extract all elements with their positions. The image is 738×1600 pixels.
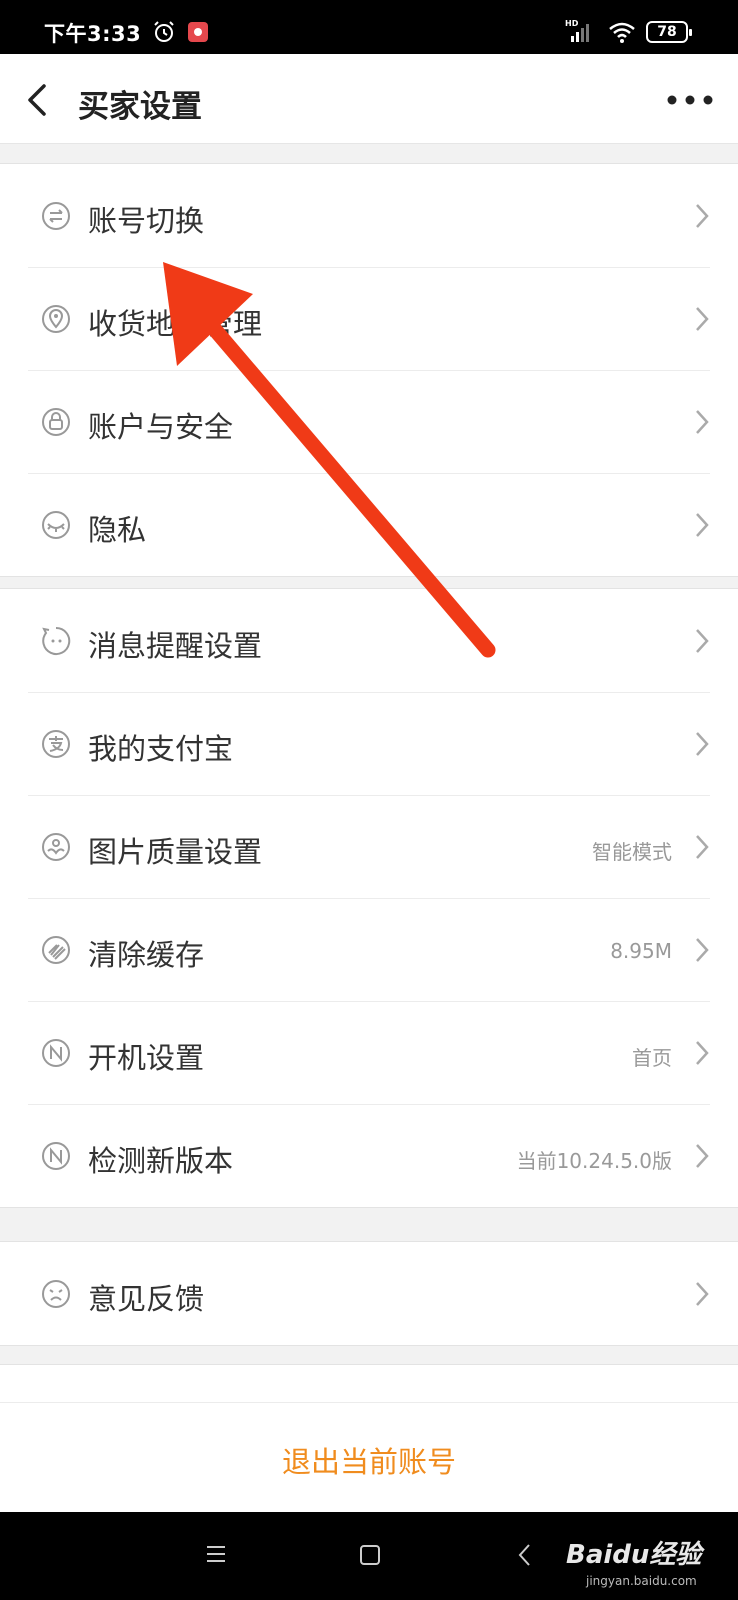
chevron-right-icon xyxy=(696,1144,709,1168)
row-label: 检测新版本 xyxy=(88,1144,234,1178)
row-value: 智能模式 xyxy=(592,840,672,864)
chevron-right-icon xyxy=(696,410,709,434)
hd-signal-icon: HD xyxy=(565,19,589,42)
battery-icon: 78 xyxy=(646,21,692,43)
system-nav-bar: Baidu经验 jingyan.baidu.com xyxy=(0,1512,738,1600)
location-pin-icon xyxy=(42,305,70,333)
row-label: 隐私 xyxy=(88,513,147,547)
row-label: 账号切换 xyxy=(88,204,205,238)
svg-text:HD: HD xyxy=(565,19,579,28)
more-dots-icon[interactable] xyxy=(666,86,716,114)
logout-label: 退出当前账号 xyxy=(281,1445,456,1479)
row-label: 收货地址管理 xyxy=(88,307,263,341)
broom-icon xyxy=(42,936,70,964)
startup-n-icon xyxy=(42,1039,70,1067)
settings-group-account: 账号切换 收货地址管理 账户与安全 隐私 xyxy=(0,163,738,577)
settings-row-feedback[interactable]: 意见反馈 xyxy=(0,1242,738,1345)
chevron-right-icon xyxy=(696,513,709,537)
alarm-icon xyxy=(154,21,174,42)
settings-row-account-switch[interactable]: 账号切换 xyxy=(0,164,738,267)
version-n-icon xyxy=(42,1142,70,1170)
settings-row-clear-cache[interactable]: 清除缓存 8.95M xyxy=(0,898,738,1001)
back-triangle-icon[interactable] xyxy=(517,1542,533,1568)
settings-row-alipay[interactable]: 我的支付宝 xyxy=(0,692,738,795)
row-label: 清除缓存 xyxy=(88,938,205,972)
settings-row-check-version[interactable]: 检测新版本 当前10.24.5.0版 xyxy=(0,1104,738,1207)
settings-row-privacy[interactable]: 隐私 xyxy=(0,473,738,576)
image-quality-icon xyxy=(42,833,70,861)
settings-group-general: 消息提醒设置 我的支付宝 图片质量设置 智能模式 清除缓存 8.95M 开机设置… xyxy=(0,588,738,1208)
row-label: 意见反馈 xyxy=(88,1282,205,1316)
message-bubble-icon xyxy=(42,626,71,655)
chevron-right-icon xyxy=(696,1282,709,1306)
wifi-icon xyxy=(609,22,635,43)
status-bar: 下午3:33 HD 78 xyxy=(0,0,738,54)
chevron-right-icon xyxy=(696,1041,709,1065)
chevron-right-icon xyxy=(696,629,709,653)
app-notification-icon xyxy=(188,22,208,42)
row-value: 首页 xyxy=(632,1046,672,1070)
app-header: 买家设置 xyxy=(0,54,738,144)
row-label: 开机设置 xyxy=(88,1041,205,1075)
lock-icon xyxy=(42,408,70,436)
status-time: 下午3:33 xyxy=(44,22,142,46)
menu-icon[interactable] xyxy=(205,1544,227,1564)
eye-closed-icon xyxy=(42,511,70,539)
page-title: 买家设置 xyxy=(78,89,202,125)
chevron-right-icon xyxy=(696,732,709,756)
back-button[interactable] xyxy=(22,80,54,120)
settings-row-security[interactable]: 账户与安全 xyxy=(0,370,738,473)
feedback-face-icon xyxy=(42,1280,70,1308)
chevron-right-icon xyxy=(696,835,709,859)
settings-row-notifications[interactable]: 消息提醒设置 xyxy=(0,589,738,692)
row-label: 账户与安全 xyxy=(88,410,234,444)
chevron-right-icon xyxy=(696,307,709,331)
chevron-right-icon xyxy=(696,938,709,962)
baidu-watermark-url: jingyan.baidu.com xyxy=(586,1574,697,1588)
settings-row-startup[interactable]: 开机设置 首页 xyxy=(0,1001,738,1104)
switch-account-icon xyxy=(42,202,70,230)
settings-row-image-quality[interactable]: 图片质量设置 智能模式 xyxy=(0,795,738,898)
partially-hidden-row xyxy=(0,1364,738,1402)
battery-level: 78 xyxy=(657,24,677,40)
logout-button[interactable]: 退出当前账号 xyxy=(0,1402,738,1512)
row-label: 消息提醒设置 xyxy=(88,629,263,663)
settings-group-feedback: 意见反馈 xyxy=(0,1241,738,1346)
alipay-icon xyxy=(42,730,70,758)
settings-row-address[interactable]: 收货地址管理 xyxy=(0,267,738,370)
row-label: 我的支付宝 xyxy=(88,732,234,766)
baidu-watermark: Baidu经验 xyxy=(566,1540,702,1570)
home-square-icon[interactable] xyxy=(360,1545,380,1565)
chevron-right-icon xyxy=(696,204,709,228)
row-value: 8.95M xyxy=(610,939,672,963)
row-value: 当前10.24.5.0版 xyxy=(516,1149,672,1173)
row-label: 图片质量设置 xyxy=(88,835,263,869)
